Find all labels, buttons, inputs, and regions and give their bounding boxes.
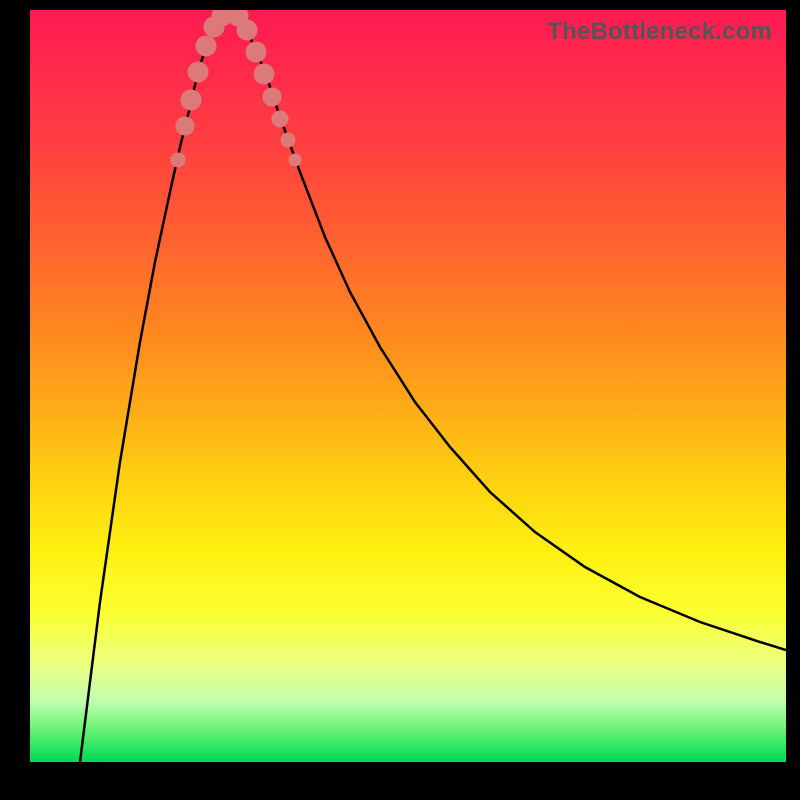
highlight-marker (181, 90, 201, 110)
highlight-marker (281, 133, 295, 147)
highlight-marker (171, 153, 185, 167)
highlight-marker (176, 117, 194, 135)
highlight-marker (196, 36, 216, 56)
highlight-marker (188, 62, 208, 82)
chart-frame: TheBottleneck.com (0, 0, 800, 800)
highlight-marker (254, 64, 274, 84)
highlight-marker (289, 154, 301, 166)
highlight-markers (171, 10, 301, 167)
highlight-marker (263, 88, 281, 106)
plot-area: TheBottleneck.com (30, 10, 786, 762)
highlight-marker (237, 20, 257, 40)
highlight-marker (272, 111, 288, 127)
highlight-marker (246, 42, 266, 62)
markers-layer (30, 10, 786, 762)
